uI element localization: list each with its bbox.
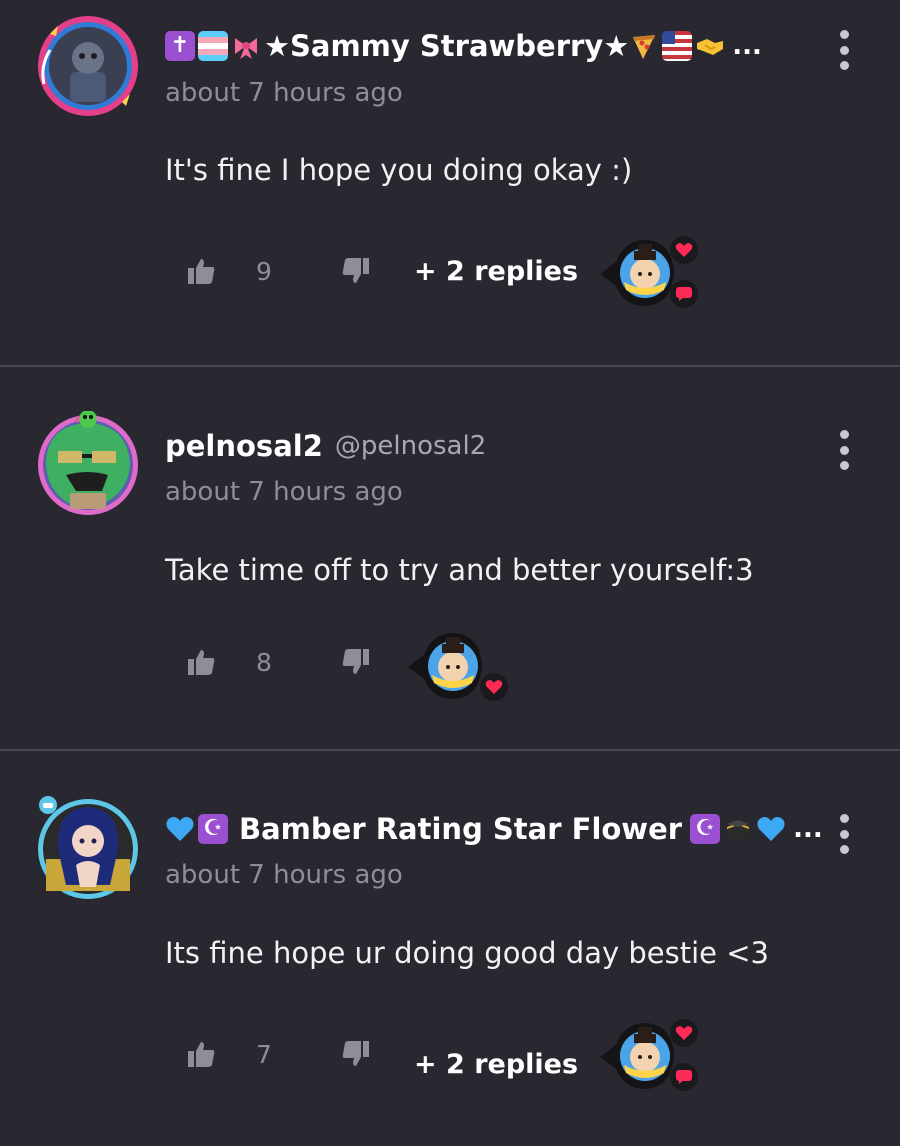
avatar[interactable]	[36, 411, 140, 515]
transgender-flag-emoji	[198, 31, 228, 61]
star-and-crescent-emoji: ☪	[690, 814, 721, 844]
kaaba-emoji	[723, 814, 753, 844]
thumbs-down-icon[interactable]	[341, 1039, 371, 1069]
latin-cross-emoji: ✝	[165, 31, 195, 61]
creator-reaction-badge	[594, 1017, 704, 1097]
comment-item: ✝ ★ Sammy Strawberry ★ ... about 7 hours…	[0, 0, 900, 366]
thumbs-down-icon[interactable]	[341, 647, 371, 677]
more-options-button[interactable]	[832, 430, 856, 470]
avatar[interactable]	[36, 14, 140, 118]
author-name-suffix: ★	[603, 29, 630, 63]
timestamp: about 7 hours ago	[165, 860, 403, 890]
heart-icon	[670, 236, 698, 264]
author-name-row[interactable]: pelnosal2 @pelnosal2	[165, 424, 486, 468]
creator-reaction-badge	[402, 627, 512, 707]
ribbon-emoji	[231, 31, 261, 61]
avatar[interactable]	[36, 795, 140, 899]
comment-item: ☪ Bamber Rating Star Flower ☪ ... about …	[0, 751, 900, 1146]
timestamp: about 7 hours ago	[165, 78, 403, 108]
blue-heart-emoji	[165, 814, 195, 844]
comment-body: Its fine hope ur doing good day bestie <…	[165, 936, 769, 970]
comment-item: pelnosal2 @pelnosal2 about 7 hours ago T…	[0, 367, 900, 749]
like-count: 7	[256, 1040, 272, 1069]
comment-body: It's fine I hope you doing okay :)	[165, 153, 633, 187]
view-replies-link[interactable]: + 2 replies	[414, 1045, 578, 1085]
author-display-name: Sammy Strawberry	[290, 29, 604, 63]
comment-icon	[670, 1063, 698, 1091]
author-display-name: pelnosal2	[165, 429, 323, 463]
thumbs-up-icon[interactable]	[186, 256, 216, 286]
us-flag-emoji	[662, 31, 693, 61]
more-options-button[interactable]	[832, 814, 856, 854]
author-name-row[interactable]: ✝ ★ Sammy Strawberry ★ ...	[165, 24, 762, 68]
heart-icon	[480, 673, 508, 701]
thumbs-up-icon[interactable]	[186, 647, 216, 677]
heart-icon	[670, 1019, 698, 1047]
author-handle: @pelnosal2	[334, 431, 487, 461]
more-options-button[interactable]	[832, 30, 856, 70]
like-count: 9	[256, 257, 272, 286]
like-count: 8	[256, 648, 272, 677]
comment-body: Take time off to try and better yourself…	[165, 553, 754, 587]
handshake-emoji	[695, 31, 725, 61]
creator-reaction-badge	[594, 234, 704, 314]
name-truncation: ...	[793, 814, 823, 844]
timestamp: about 7 hours ago	[165, 477, 403, 507]
name-truncation: ...	[732, 31, 762, 61]
comment-icon	[670, 280, 698, 308]
view-replies-link[interactable]: + 2 replies	[414, 252, 578, 292]
author-name-prefix: ★	[264, 29, 290, 63]
blue-heart-emoji	[756, 814, 786, 844]
star-and-crescent-emoji: ☪	[198, 814, 228, 844]
pizza-emoji	[629, 31, 659, 61]
thumbs-up-icon[interactable]	[186, 1039, 216, 1069]
author-name-row[interactable]: ☪ Bamber Rating Star Flower ☪ ...	[165, 807, 823, 851]
author-display-name: Bamber Rating Star Flower	[239, 812, 683, 846]
thumbs-down-icon[interactable]	[341, 256, 371, 286]
